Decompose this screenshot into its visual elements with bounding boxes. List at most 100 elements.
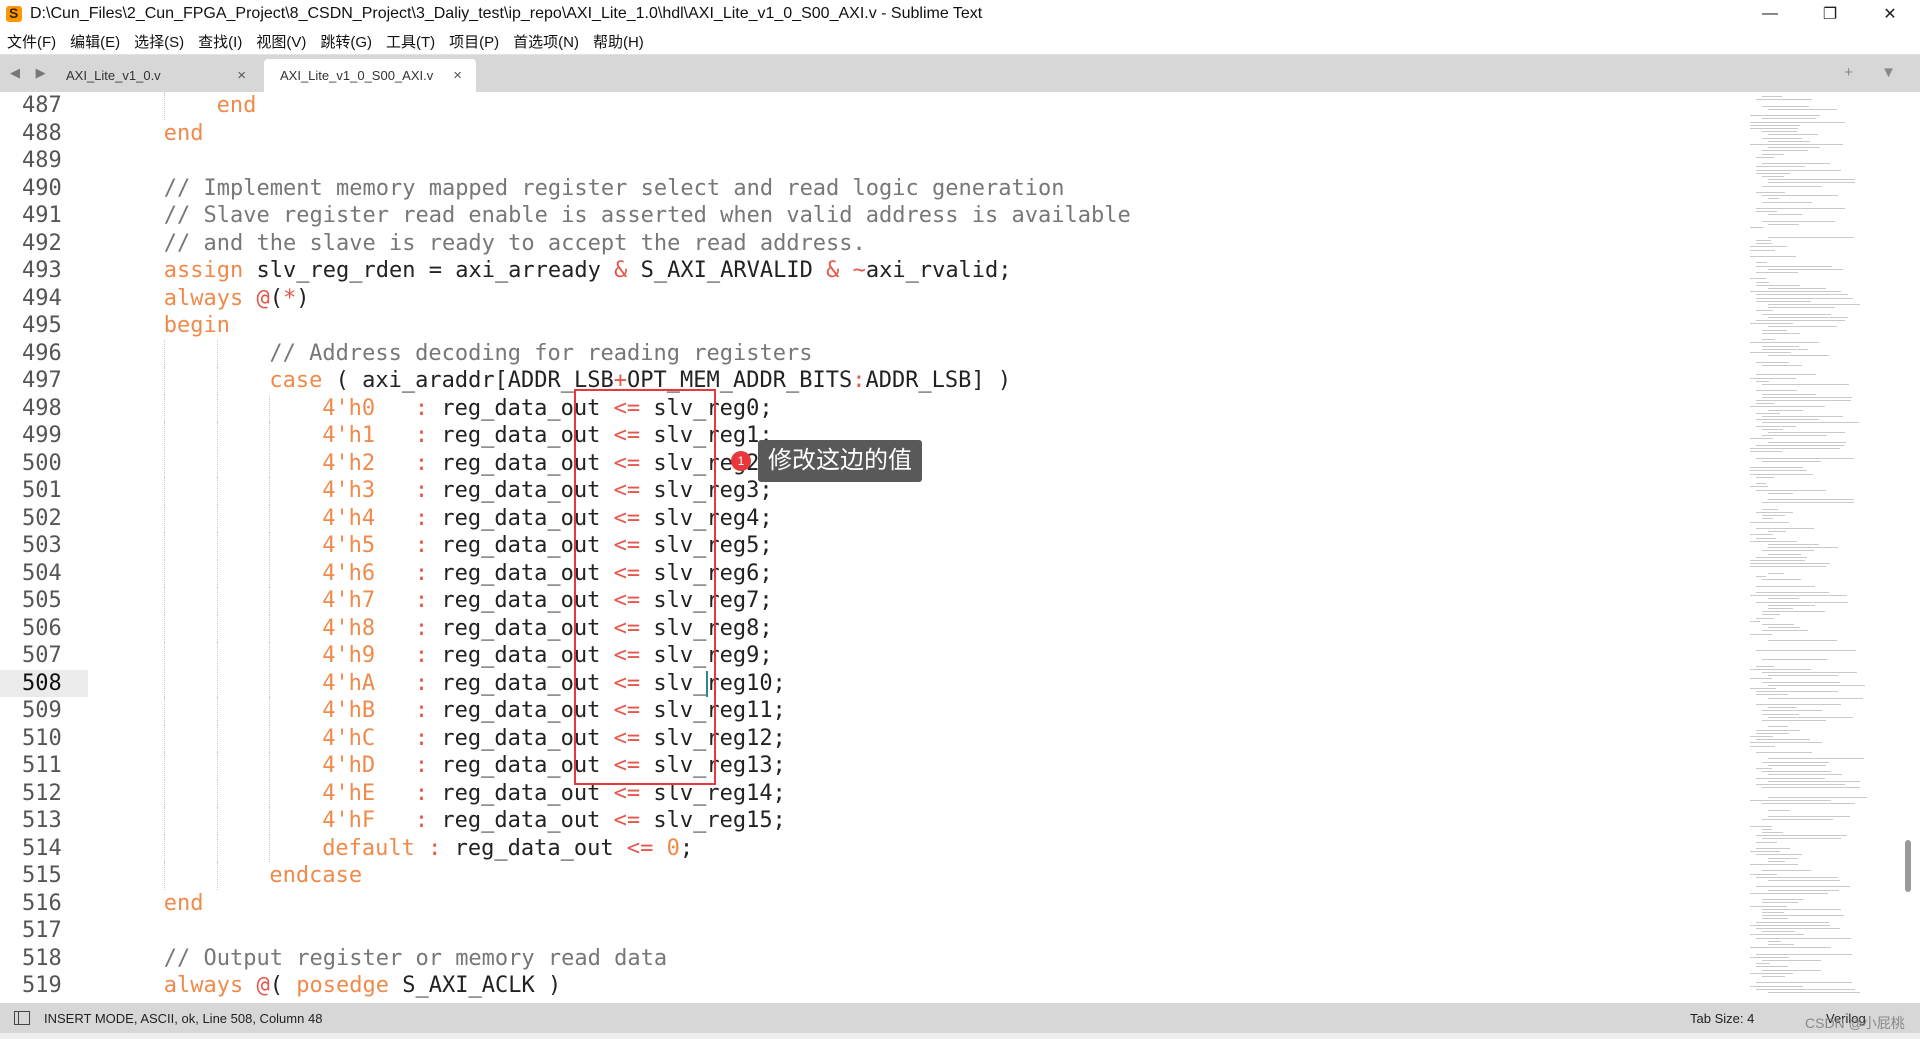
- tab-close-icon[interactable]: ×: [453, 67, 462, 84]
- menu-item-5[interactable]: 跳转(G): [313, 31, 379, 52]
- tab-close-icon[interactable]: ×: [237, 67, 246, 84]
- minimap-line: [1756, 752, 1812, 753]
- minimap-line: [1768, 182, 1856, 184]
- scrollbar-thumb[interactable]: [1905, 840, 1911, 892]
- minimap-line: [1750, 278, 1767, 280]
- minimap-line: [1768, 179, 1856, 181]
- minimap-line: [1762, 416, 1844, 417]
- indent-guide: [269, 394, 271, 422]
- menu-item-6[interactable]: 工具(T): [379, 31, 442, 52]
- minimap-line: [1756, 310, 1773, 312]
- code-line: assign slv_reg_rden = axi_arready & S_AX…: [164, 257, 1012, 284]
- minimap-line: [1750, 291, 1841, 293]
- minimap-line: [1768, 140, 1810, 142]
- code-token: :: [414, 725, 429, 751]
- minimap-line: [1750, 633, 1773, 635]
- code-text-area[interactable]: end end// Implement memory mapped registe…: [0, 92, 1740, 1003]
- title-bar: D:\Cun_Files\2_Cun_FPGA_Project\8_CSDN_P…: [0, 0, 1920, 28]
- minimap-line: [1762, 630, 1808, 632]
- minimap-line: [1756, 172, 1790, 174]
- code-line: endcase: [269, 862, 362, 889]
- minimap-line: [1750, 864, 1798, 865]
- minimap-line: [1750, 473, 1813, 475]
- indent-guide: [163, 504, 166, 532]
- menu-item-0[interactable]: 文件(F): [0, 31, 63, 52]
- tab-axi-lite-v1-0[interactable]: AXI_Lite_v1_0.v ×: [50, 59, 260, 92]
- panel-toggle-icon[interactable]: [14, 1011, 30, 1025]
- minimap-line: [1762, 345, 1800, 347]
- minimap-line: [1762, 710, 1823, 712]
- code-token: case: [269, 368, 323, 393]
- menu-bar: 文件(F) 编辑(E) 选择(S) 查找(I) 视图(V) 跳转(G) 工具(T) 项目(P)…: [0, 28, 1920, 55]
- tab-bar: ◀ ▶ AXI_Lite_v1_0.v × AXI_Lite_v1_0_S00_…: [0, 55, 1920, 92]
- minimap-line: [1768, 134, 1819, 136]
- code-editor[interactable]: 487 488 489 490 491 492 493 494 495 496 497 498 499 5…: [0, 92, 1920, 1003]
- code-token: :: [414, 808, 429, 833]
- tab-nav-arrows-icon[interactable]: ◀ ▶: [10, 65, 52, 81]
- minimap-line: [1756, 166, 1806, 168]
- minimap-line: [1756, 848, 1791, 849]
- code-token: 4'hC: [322, 725, 376, 751]
- menu-item-7[interactable]: 项目(P): [442, 31, 506, 52]
- minimap-line: [1762, 515, 1785, 517]
- minimap-line: [1762, 422, 1859, 424]
- minimap-line: [1750, 678, 1772, 680]
- menu-item-9[interactable]: 帮助(H): [586, 31, 651, 52]
- minimap-line: [1756, 374, 1816, 376]
- code-token: 4'h0: [322, 395, 376, 421]
- code-token: 0: [666, 835, 680, 861]
- minimap-line: [1756, 483, 1767, 485]
- minimap-line: [1750, 144, 1844, 145]
- minimap-line: [1750, 560, 1805, 561]
- indent-guide: [269, 642, 271, 670]
- new-tab-and-menu-icon[interactable]: + ▼: [1844, 64, 1908, 81]
- code-token: :: [414, 588, 429, 613]
- minimap-line: [1762, 720, 1826, 721]
- minimap[interactable]: [1740, 92, 1900, 1003]
- indent-guide: [163, 724, 166, 752]
- minimap-line: [1750, 924, 1831, 926]
- annotation-highlight-box: [574, 389, 716, 785]
- minimap-line: [1762, 819, 1833, 821]
- code-line: end: [164, 120, 204, 147]
- minimap-line: [1762, 681, 1841, 683]
- minimap-line: [1762, 396, 1852, 398]
- menu-item-8[interactable]: 首选项(N): [506, 31, 586, 52]
- minimap-line: [1762, 220, 1835, 222]
- code-line: // Implement memory mapped register sele…: [164, 175, 1065, 202]
- code-token: 4'h2: [322, 450, 376, 476]
- minimap-line: [1768, 675, 1838, 677]
- minimap-line: [1768, 432, 1845, 433]
- minimap-line: [1762, 518, 1774, 520]
- tab-size-selector[interactable]: Tab Size: 4: [1690, 1011, 1754, 1026]
- minimap-line: [1750, 825, 1773, 827]
- minimap-line: [1756, 665, 1775, 667]
- code-token: 4'h9: [322, 643, 376, 668]
- minimap-line: [1750, 800, 1831, 801]
- menu-item-1[interactable]: 编辑(E): [63, 31, 127, 52]
- tab-axi-lite-v1-0-s00-axi[interactable]: AXI_Lite_v1_0_S00_AXI.v ×: [264, 59, 476, 92]
- menu-item-2[interactable]: 选择(S): [127, 31, 191, 52]
- menu-item-4[interactable]: 视图(V): [249, 31, 313, 52]
- minimap-line: [1768, 860, 1786, 862]
- minimap-line: [1762, 908, 1842, 910]
- minimap-line: [1756, 476, 1775, 478]
- minimize-button[interactable]: —: [1740, 0, 1800, 28]
- menu-item-3[interactable]: 查找(I): [191, 31, 249, 52]
- indent-guide: [163, 669, 166, 697]
- annotation-badge: 1: [731, 451, 751, 471]
- minimap-line: [1768, 816, 1851, 817]
- indent-guide: [163, 394, 166, 422]
- window-title: D:\Cun_Files\2_Cun_FPGA_Project\8_CSDN_P…: [30, 5, 983, 22]
- minimap-line: [1762, 329, 1788, 331]
- close-button[interactable]: ✕: [1860, 0, 1920, 28]
- minimap-line: [1768, 108, 1838, 110]
- code-token: 4'h1: [322, 423, 376, 448]
- restore-button[interactable]: ❐: [1800, 0, 1860, 28]
- minimap-line: [1768, 809, 1791, 811]
